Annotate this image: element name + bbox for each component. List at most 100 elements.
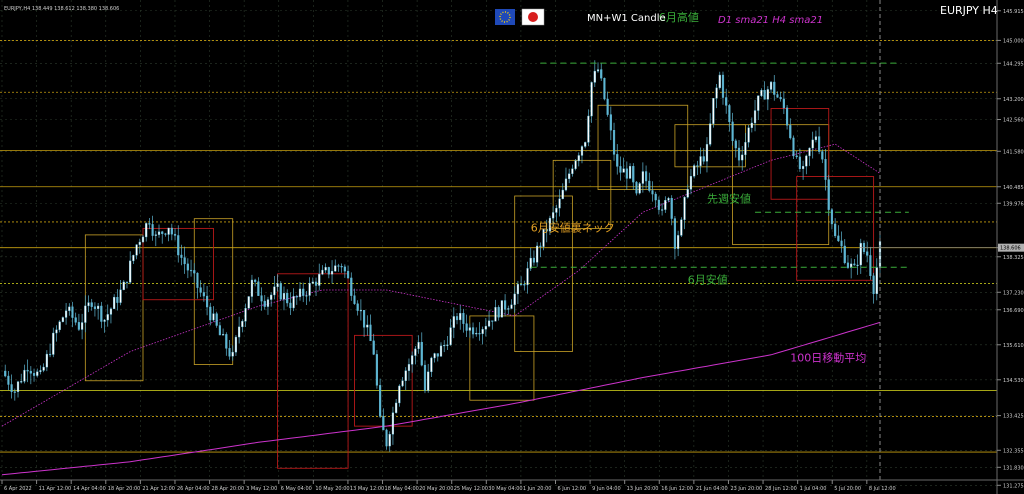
candle-body-272	[872, 275, 875, 294]
candle-body-182	[584, 142, 587, 147]
candle-body-236	[757, 95, 760, 111]
y-tick-label-13: 134.530	[1003, 378, 1024, 384]
candle-body-239	[766, 89, 769, 100]
candle-body-43	[138, 241, 141, 245]
candle-body-99	[318, 273, 321, 286]
candle-body-231	[741, 154, 744, 161]
candle-body-177	[568, 173, 571, 180]
candle-body-224	[718, 74, 721, 89]
candle-body-63	[202, 292, 205, 297]
candle-body-199	[638, 183, 641, 194]
candle-body-238	[763, 90, 766, 100]
candle-body-82	[263, 300, 266, 307]
candle-body-68	[218, 325, 221, 336]
candle-body-42	[135, 244, 138, 256]
candle-body-113	[363, 310, 366, 328]
candle-body-146	[468, 327, 471, 331]
candle-body-191	[612, 130, 616, 155]
candle-body-204	[654, 193, 657, 201]
candle-body-259	[830, 209, 834, 225]
candle-body-128	[411, 355, 414, 365]
candle-body-80	[257, 281, 260, 296]
candle-body-37	[119, 289, 122, 303]
candle-body-52	[167, 227, 170, 235]
candle-body-34	[109, 308, 113, 315]
candle-body-67	[215, 313, 218, 326]
candle-body-122	[391, 412, 395, 435]
candle-body-154	[494, 307, 497, 322]
x-tick-label-10: 13 May 12:00	[350, 486, 384, 492]
candle-body-271	[869, 255, 872, 277]
candle-body-25	[81, 322, 84, 330]
candle-body-173	[555, 207, 558, 213]
candle-body-49	[157, 231, 161, 235]
candle-body-69	[222, 334, 225, 336]
x-tick-label-23: 1 Jul 04:00	[800, 486, 827, 492]
candle-body-126	[404, 370, 407, 381]
x-tick-label-17: 9 Jun 04:00	[592, 486, 621, 492]
candle-body-28	[90, 302, 93, 307]
candle-body-174	[558, 198, 561, 209]
candle-body-213	[683, 197, 686, 220]
candle-body-200	[641, 171, 644, 184]
ma-label: D1 sma21 H4 sma21	[718, 15, 823, 26]
candle-body-38	[122, 281, 125, 291]
candle-body-180	[577, 155, 580, 162]
candle-body-72	[231, 351, 234, 357]
x-tick-label-1: 11 Apr 12:00	[39, 486, 72, 492]
candle-body-164	[526, 268, 529, 286]
candle-body-256	[821, 151, 824, 160]
candle-body-64	[205, 295, 209, 308]
candle-body-185	[593, 70, 596, 83]
candle-body-114	[366, 324, 369, 328]
candle-body-195	[625, 168, 628, 179]
y-tick-label-5: 141.580	[1003, 149, 1024, 155]
candle-body-17	[55, 329, 58, 334]
candle-body-184	[590, 82, 593, 117]
candle-body-90	[289, 302, 292, 309]
candle-body-92	[295, 296, 298, 298]
candle-body-138	[443, 344, 446, 347]
candle-body-58	[186, 263, 189, 271]
candle-body-26	[84, 305, 87, 323]
candle-body-248	[795, 155, 798, 158]
candle-body-70	[225, 334, 228, 349]
candle-body-78	[250, 279, 254, 297]
candle-body-178	[571, 168, 574, 174]
candle-body-106	[340, 266, 343, 268]
candle-body-254	[814, 136, 817, 141]
symbol-info: EURJPY,H4 138.449 138.612 138.380 138.60…	[4, 6, 119, 12]
candle-body-141	[452, 316, 455, 328]
candle-body-134	[430, 357, 433, 373]
candle-body-163	[523, 284, 526, 286]
candle-body-40	[129, 260, 132, 283]
x-tick-label-6: 28 Apr 20:00	[212, 486, 245, 492]
candle-body-76	[244, 308, 247, 322]
candle-body-263	[843, 245, 846, 264]
candle-body-223	[715, 87, 718, 99]
candle-body-97	[311, 281, 314, 284]
candle-body-205	[657, 199, 660, 210]
candle-body-112	[359, 310, 362, 312]
candle-body-245	[785, 107, 789, 126]
candle-body-216	[693, 165, 696, 177]
x-tick-label-22: 28 Jun 12:00	[765, 486, 797, 492]
x-tick-label-3: 18 Apr 20:00	[108, 486, 141, 492]
candle-body-100	[321, 269, 324, 275]
candle-body-209	[670, 198, 673, 219]
y-tick-label-16: 131.830	[1003, 465, 1024, 471]
candle-body-150	[481, 329, 484, 334]
candle-body-54	[173, 233, 177, 236]
x-tick-label-20: 21 Jun 04:00	[696, 486, 728, 492]
candle-body-258	[827, 179, 830, 210]
candle-body-186	[596, 69, 600, 72]
y-tick-label-15: 132.355	[1003, 448, 1024, 454]
candle-body-166	[532, 257, 536, 263]
candle-body-176	[564, 178, 568, 191]
annotation-label-3: 6月安値	[688, 273, 728, 287]
candle-body-229	[734, 140, 737, 149]
candle-body-86	[276, 283, 279, 287]
candle-body-226	[725, 97, 728, 106]
candle-body-181	[580, 146, 584, 156]
candle-body-13	[42, 366, 45, 371]
